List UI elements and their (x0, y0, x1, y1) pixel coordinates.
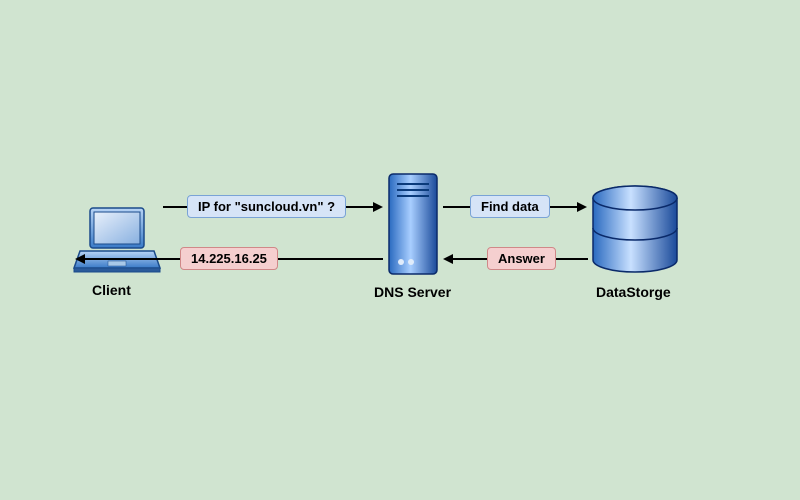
data-storage-label: DataStorge (596, 284, 671, 300)
query-label: IP for "suncloud.vn" ? (187, 195, 346, 218)
arrow-head-icon (577, 202, 587, 212)
answer-label: Answer (487, 247, 556, 270)
ip-result-label: 14.225.16.25 (180, 247, 278, 270)
client-label: Client (92, 282, 131, 298)
find-data-label: Find data (470, 195, 550, 218)
client-laptop-icon (72, 206, 162, 276)
dns-server-icon (383, 170, 443, 280)
arrow-head-icon (443, 254, 453, 264)
arrow-head-icon (75, 254, 85, 264)
data-storage-icon (588, 184, 682, 276)
dns-server-label: DNS Server (374, 284, 451, 300)
arrow-head-icon (373, 202, 383, 212)
